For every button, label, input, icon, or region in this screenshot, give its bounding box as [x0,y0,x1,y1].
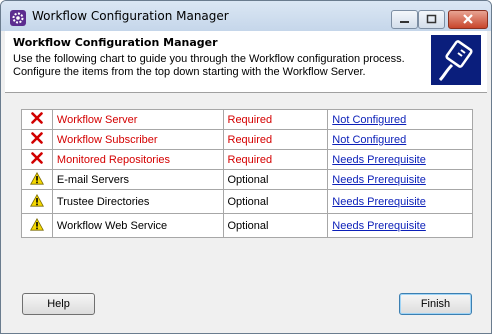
table-row: Trustee Directories Optional Needs Prere… [21,189,473,214]
status-icon-cell [21,169,53,190]
finish-button[interactable]: Finish [399,293,472,315]
error-x-icon [31,112,43,127]
app-gear-icon [10,10,26,26]
component-name: Trustee Directories [51,189,224,214]
status-icon-cell [21,129,53,150]
component-name: E-mail Servers [51,169,224,190]
network-cable-logo-icon [431,35,481,85]
maximize-icon [426,14,437,24]
status-icon-cell [21,109,53,130]
status-icon-cell [21,189,53,214]
error-x-icon [31,152,43,167]
close-icon [463,14,473,24]
table-row: E-mail Servers Optional Needs Prerequisi… [21,169,473,190]
component-name: Workflow Web Service [51,213,224,238]
warning-icon [29,217,44,234]
status-link[interactable]: Needs Prerequisite [332,196,426,208]
status-link[interactable]: Needs Prerequisite [332,174,426,186]
component-name: Monitored Repositories [51,149,224,170]
component-name: Workflow Subscriber [51,129,224,150]
dialog-window: Workflow Configuration Manager Workflow … [0,0,492,334]
wizard-header: Workflow Configuration Manager Use the f… [5,31,487,93]
requirement-label: Optional [222,169,329,190]
error-x-icon [31,132,43,147]
requirement-label: Optional [222,213,329,238]
status-link[interactable]: Needs Prerequisite [332,220,426,232]
requirement-label: Required [222,129,329,150]
status-link[interactable]: Needs Prerequisite [332,154,426,166]
close-button[interactable] [448,10,488,29]
table-row: Monitored Repositories Required Needs Pr… [21,149,473,170]
requirement-label: Required [222,109,329,130]
help-button[interactable]: Help [22,293,95,315]
header-description: Use the following chart to guide you thr… [13,53,405,78]
component-name: Workflow Server [51,109,224,130]
configuration-table: Workflow Server Required Not Configured … [21,109,473,238]
minimize-icon [400,21,409,23]
warning-icon [29,193,44,210]
table-row: Workflow Web Service Optional Needs Prer… [21,213,473,238]
window-title: Workflow Configuration Manager [32,9,229,23]
requirement-label: Optional [222,189,329,214]
status-icon-cell [21,149,53,170]
status-link[interactable]: Not Configured [332,114,406,126]
status-link[interactable]: Not Configured [332,134,406,146]
maximize-button[interactable] [418,10,445,29]
status-icon-cell [21,213,53,238]
requirement-label: Required [222,149,329,170]
table-row: Workflow Subscriber Required Not Configu… [21,129,473,150]
warning-icon [29,171,44,188]
header-title: Workflow Configuration Manager [13,36,218,49]
minimize-button[interactable] [391,10,418,29]
title-bar[interactable]: Workflow Configuration Manager [1,1,491,31]
table-row: Workflow Server Required Not Configured [21,109,473,130]
